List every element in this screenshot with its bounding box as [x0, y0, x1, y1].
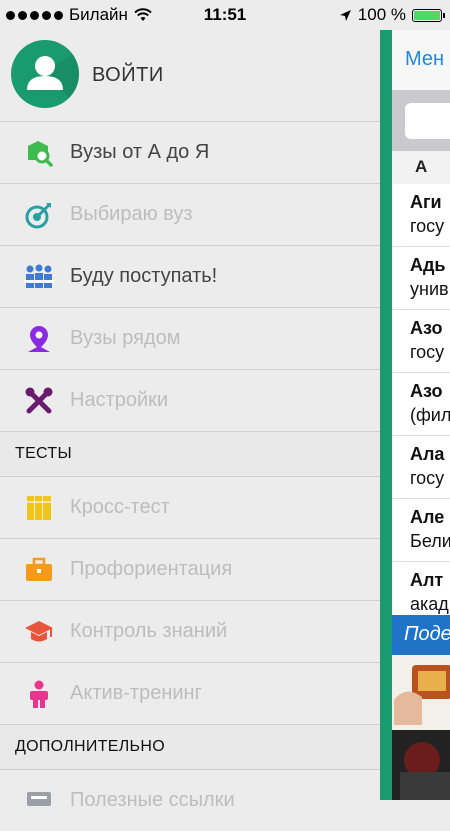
menu-item-graduation-cap[interactable]: Контроль знаний [0, 600, 380, 662]
list-item-title: Ала [410, 444, 445, 464]
menu-item-briefcase[interactable]: Профориентация [0, 538, 380, 600]
menu-item-books[interactable]: Кросс-тест [0, 476, 380, 538]
list-item[interactable]: Але Бели [392, 499, 450, 562]
menu-item-label: Настройки [70, 389, 169, 411]
links-icon [24, 786, 54, 816]
banner-text: Поде [404, 623, 450, 645]
menu-item-search-university[interactable]: Вузы от А до Я [0, 121, 380, 183]
list-item-title: Алт [410, 570, 444, 590]
list-item-subtitle: госу [410, 216, 445, 236]
location-pin-icon [24, 324, 54, 354]
list-item-title: Азо [410, 318, 443, 338]
content-nav-bar: Мен [392, 30, 450, 90]
user-icon [27, 48, 79, 108]
list-item-title: Азо [410, 381, 443, 401]
profile-header[interactable]: ВОЙТИ [0, 30, 380, 120]
list-item[interactable]: Азо (фил [392, 373, 450, 436]
side-menu: ВОЙТИ Вузы от А до Я Выбираю вуз Буду пост… [0, 0, 380, 811]
list-item[interactable]: Азо госу [392, 310, 450, 373]
books-icon [24, 493, 54, 523]
menu-item-target[interactable]: Выбираю вуз [0, 183, 380, 245]
menu-item-label: Буду поступать! [70, 265, 218, 287]
list-item-subtitle: (фил [410, 405, 450, 425]
ad-image-2[interactable] [392, 730, 450, 800]
menu-item-location-pin[interactable]: Вузы рядом [0, 307, 380, 369]
section-header-tests: ТЕСТЫ [0, 431, 380, 476]
menu-item-label: Контроль знаний [70, 620, 228, 642]
target-icon [24, 200, 54, 230]
ad-picture-icon [394, 665, 450, 725]
list-item-title: Аги [410, 192, 442, 212]
menu-item-links[interactable]: Полезные ссылки [0, 769, 380, 831]
section-letter: А [415, 157, 428, 176]
search-university-icon [24, 138, 54, 168]
login-button[interactable]: ВОЙТИ [92, 64, 164, 87]
graduation-cap-icon [24, 617, 54, 647]
list-item[interactable]: Аги госу [392, 184, 450, 247]
main-content-peek[interactable]: Мен А Аги госу Адь унив Азо госу Азо (фил Ала гос… [392, 0, 450, 800]
ad-image[interactable] [392, 655, 450, 730]
menu-item-person[interactable]: Актив-тренинг [0, 662, 380, 724]
list-item-title: Адь [410, 255, 446, 275]
section-header-extra: ДОПОЛНИТЕЛЬНО [0, 724, 380, 769]
ad-picture-2-icon [400, 742, 450, 800]
search-input[interactable] [405, 103, 450, 139]
status-right: 100 % [339, 5, 445, 25]
list-item-subtitle: Бели [410, 531, 450, 551]
tools-icon [24, 386, 54, 416]
menu-item-label: Вузы рядом [70, 327, 181, 349]
list-section-header: А [392, 151, 450, 184]
menu-item-label: Профориентация [70, 558, 233, 580]
menu-item-people[interactable]: Буду поступать! [0, 245, 380, 307]
person-icon [24, 679, 54, 709]
list-item[interactable]: Ала госу [392, 436, 450, 499]
list-item-subtitle: акад [410, 594, 449, 614]
briefcase-icon [24, 555, 54, 585]
status-bar: Билайн 11:51 100 % [0, 0, 450, 30]
menu-item-label: Выбираю вуз [70, 203, 193, 225]
list-item-subtitle: госу [410, 468, 445, 488]
ad-banner[interactable]: Поде [392, 615, 450, 655]
menu-item-label: Вузы от А до Я [70, 141, 210, 163]
menu-back-button[interactable]: Мен [405, 48, 444, 71]
menu-item-label: Кросс-тест [70, 496, 170, 518]
location-arrow-icon [339, 9, 351, 21]
menu-item-label: Актив-тренинг [70, 682, 202, 704]
menu-divider [380, 0, 392, 800]
university-list: Аги госу Адь унив Азо госу Азо (фил Ала госу Але Бе… [392, 184, 450, 625]
people-icon [24, 262, 54, 292]
battery-percent: 100 % [357, 5, 406, 24]
list-item-subtitle: госу [410, 342, 445, 362]
list-item-title: Але [410, 507, 445, 527]
list-item[interactable]: Адь унив [392, 247, 450, 310]
battery-icon [412, 8, 445, 22]
avatar[interactable] [11, 40, 79, 108]
menu-item-label: Полезные ссылки [70, 789, 235, 811]
menu-item-tools[interactable]: Настройки [0, 369, 380, 431]
menu-list: Вузы от А до Я Выбираю вуз Буду поступать!… [0, 121, 380, 831]
search-bar [392, 90, 450, 151]
list-item-subtitle: унив [410, 279, 449, 299]
